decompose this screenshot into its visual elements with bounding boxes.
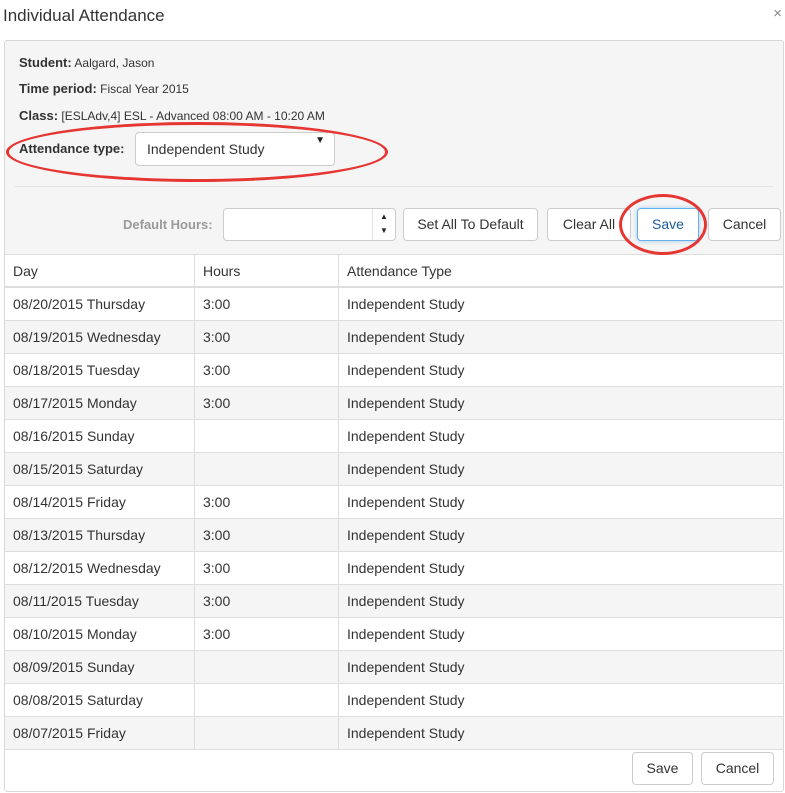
table-row[interactable]: 08/14/2015 Friday 3:00 Independent Study: [5, 485, 783, 519]
cell-day: 08/19/2015 Wednesday: [5, 320, 195, 354]
table-row[interactable]: 08/10/2015 Monday 3:00 Independent Study: [5, 617, 783, 651]
cell-hours[interactable]: 3:00: [194, 518, 339, 552]
dialog-panel: Student: Aalgard, Jason Time period: Fis…: [4, 40, 784, 792]
cell-attendance-type[interactable]: Independent Study: [338, 518, 783, 552]
table-row[interactable]: 08/12/2015 Wednesday 3:00 Independent Stud…: [5, 551, 783, 585]
cell-attendance-type[interactable]: Independent Study: [338, 485, 783, 519]
attendance-type-value: Independent Study: [147, 141, 265, 157]
cell-day: 08/17/2015 Monday: [5, 386, 195, 420]
footer-save-button[interactable]: Save: [632, 752, 693, 785]
cell-hours[interactable]: 3:00: [194, 287, 339, 321]
period-line: Time period: Fiscal Year 2015: [19, 81, 189, 96]
cell-day: 08/14/2015 Friday: [5, 485, 195, 519]
cell-hours[interactable]: 3:00: [194, 485, 339, 519]
default-hours-input[interactable]: ▲ ▼: [223, 208, 396, 241]
cell-attendance-type[interactable]: Independent Study: [338, 386, 783, 420]
attendance-type-select[interactable]: Independent Study ▼: [135, 132, 335, 166]
cell-day: 08/09/2015 Sunday: [5, 650, 195, 684]
cell-hours[interactable]: 3:00: [194, 320, 339, 354]
cell-attendance-type[interactable]: Independent Study: [338, 452, 783, 486]
cell-attendance-type[interactable]: Independent Study: [338, 650, 783, 684]
student-line: Student: Aalgard, Jason: [19, 55, 154, 70]
cell-attendance-type[interactable]: Independent Study: [338, 716, 783, 750]
table-row[interactable]: 08/07/2015 Friday Independent Study: [5, 716, 783, 750]
table-row[interactable]: 08/19/2015 Wednesday 3:00 Independent Stud…: [5, 320, 783, 354]
cell-day: 08/11/2015 Tuesday: [5, 584, 195, 618]
cell-attendance-type[interactable]: Independent Study: [338, 584, 783, 618]
table-row[interactable]: 08/15/2015 Saturday Independent Study: [5, 452, 783, 486]
attendance-type-label: Attendance type:: [19, 141, 125, 156]
cell-hours[interactable]: 3:00: [194, 386, 339, 420]
column-header-attendance-type: Attendance Type: [338, 255, 783, 288]
table-row[interactable]: 08/09/2015 Sunday Independent Study: [5, 650, 783, 684]
column-header-hours: Hours: [194, 255, 339, 288]
cell-attendance-type[interactable]: Independent Study: [338, 551, 783, 585]
cell-day: 08/12/2015 Wednesday: [5, 551, 195, 585]
cell-day: 08/15/2015 Saturday: [5, 452, 195, 486]
cell-day: 08/13/2015 Thursday: [5, 518, 195, 552]
info-section: Student: Aalgard, Jason Time period: Fis…: [5, 41, 783, 255]
spinner-up-icon[interactable]: ▲: [380, 212, 388, 221]
table-header-row: Day Hours Attendance Type: [5, 255, 783, 288]
cell-attendance-type[interactable]: Independent Study: [338, 287, 783, 321]
cell-hours[interactable]: [194, 683, 339, 717]
cell-day: 08/08/2015 Saturday: [5, 683, 195, 717]
class-line: Class: [ESLAdv,4] ESL - Advanced 08:00 A…: [19, 108, 325, 123]
cell-day: 08/16/2015 Sunday: [5, 419, 195, 453]
student-label: Student:: [19, 55, 72, 70]
close-icon[interactable]: ×: [773, 5, 782, 22]
default-hours-label: Default Hours:: [123, 217, 213, 232]
cell-hours[interactable]: 3:00: [194, 584, 339, 618]
table-row[interactable]: 08/20/2015 Thursday 3:00 Independent Study: [5, 287, 783, 321]
save-button[interactable]: Save: [637, 208, 699, 241]
period-value: Fiscal Year 2015: [100, 82, 189, 96]
cell-hours[interactable]: 3:00: [194, 551, 339, 585]
table-row[interactable]: 08/11/2015 Tuesday 3:00 Independent Study: [5, 584, 783, 618]
cell-hours[interactable]: [194, 650, 339, 684]
cell-hours[interactable]: [194, 419, 339, 453]
set-all-to-default-button[interactable]: Set All To Default: [403, 208, 538, 241]
cell-hours[interactable]: 3:00: [194, 353, 339, 387]
cell-attendance-type[interactable]: Independent Study: [338, 320, 783, 354]
cell-attendance-type[interactable]: Independent Study: [338, 617, 783, 651]
spinner-down-icon[interactable]: ▼: [380, 226, 388, 235]
cell-day: 08/18/2015 Tuesday: [5, 353, 195, 387]
cell-attendance-type[interactable]: Independent Study: [338, 419, 783, 453]
class-value: [ESLAdv,4] ESL - Advanced 08:00 AM - 10:…: [61, 109, 325, 123]
cell-hours[interactable]: [194, 716, 339, 750]
cell-hours[interactable]: 3:00: [194, 617, 339, 651]
class-label: Class:: [19, 108, 59, 123]
spinner-arrows-icon[interactable]: ▲ ▼: [372, 209, 395, 240]
clear-all-button[interactable]: Clear All: [547, 208, 631, 241]
student-value: Aalgard, Jason: [74, 56, 155, 70]
table-row[interactable]: 08/16/2015 Sunday Independent Study: [5, 419, 783, 453]
cell-day: 08/07/2015 Friday: [5, 716, 195, 750]
table-row[interactable]: 08/13/2015 Thursday 3:00 Independent Study: [5, 518, 783, 552]
cell-attendance-type[interactable]: Independent Study: [338, 353, 783, 387]
table-row[interactable]: 08/08/2015 Saturday Independent Study: [5, 683, 783, 717]
column-header-day: Day: [5, 255, 195, 288]
footer-cancel-button[interactable]: Cancel: [701, 752, 774, 785]
attendance-table: Day Hours Attendance Type 08/20/2015 Thu…: [5, 255, 783, 750]
dialog-title: Individual Attendance: [3, 6, 165, 25]
cancel-button[interactable]: Cancel: [708, 208, 781, 241]
table-row[interactable]: 08/17/2015 Monday 3:00 Independent Study: [5, 386, 783, 420]
caret-down-icon: ▼: [315, 135, 325, 146]
table-row[interactable]: 08/18/2015 Tuesday 3:00 Independent Study: [5, 353, 783, 387]
cell-day: 08/20/2015 Thursday: [5, 287, 195, 321]
cell-attendance-type[interactable]: Independent Study: [338, 683, 783, 717]
period-label: Time period:: [19, 81, 97, 96]
dialog-titlebar: Individual Attendance ×: [0, 0, 785, 32]
cell-day: 08/10/2015 Monday: [5, 617, 195, 651]
cell-hours[interactable]: [194, 452, 339, 486]
divider: [15, 186, 773, 187]
